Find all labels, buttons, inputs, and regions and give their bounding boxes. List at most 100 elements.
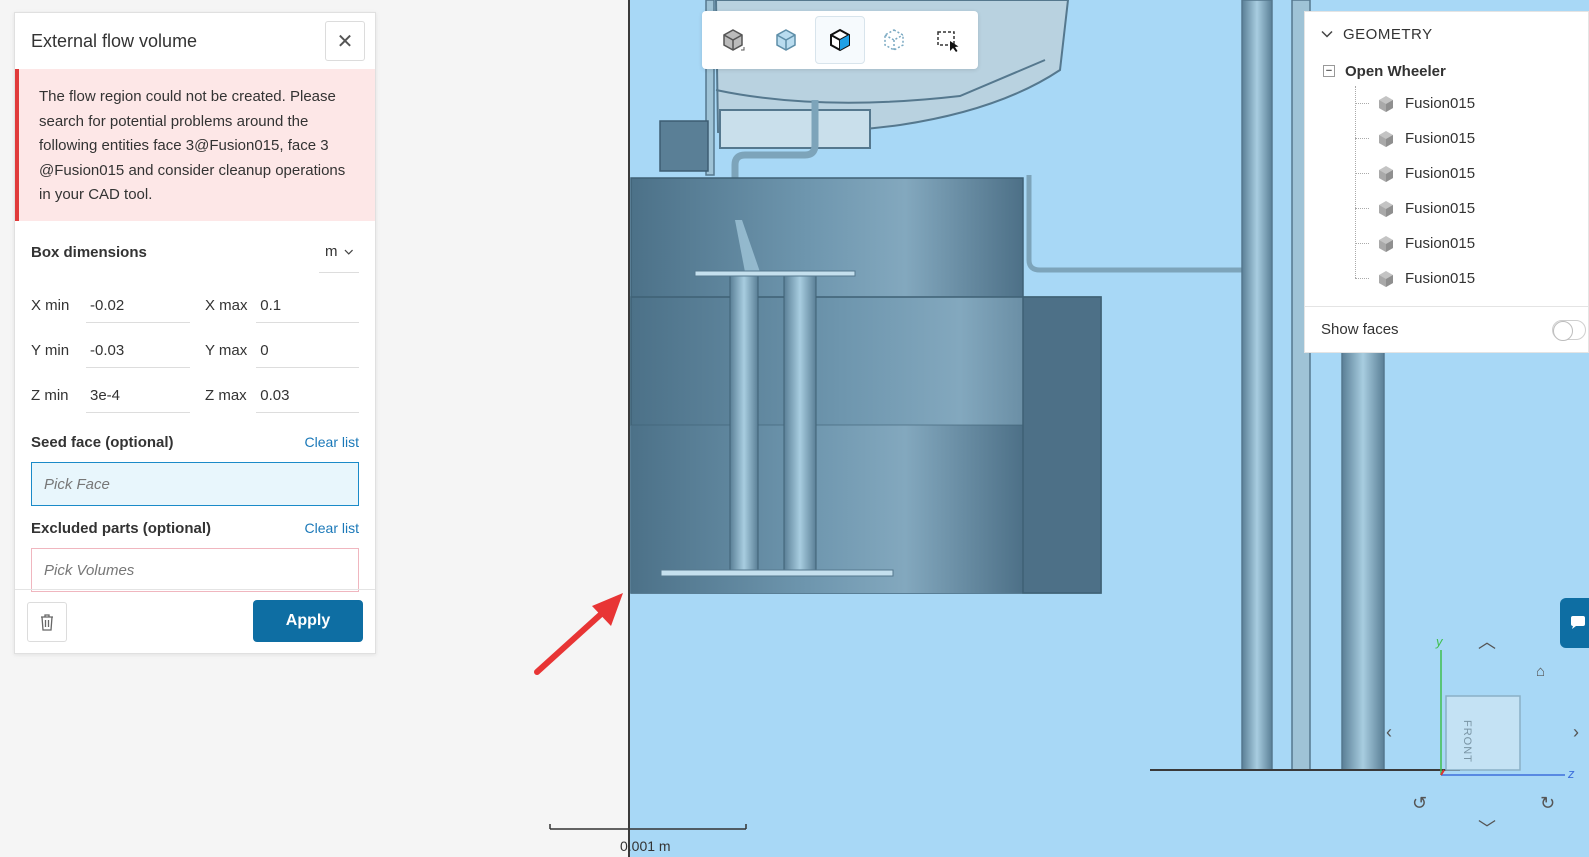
y-min-label: Y min (31, 342, 70, 359)
solid-body-icon (1379, 270, 1393, 287)
tree-item[interactable]: Fusion015 (1355, 86, 1588, 121)
geometry-tree-header[interactable]: GEOMETRY (1305, 12, 1588, 56)
z-min-cell: Z min 3e-4 (31, 379, 195, 413)
x-min-label: X min (31, 297, 70, 314)
close-button[interactable]: ✕ (325, 21, 365, 61)
nav-cube[interactable] (1440, 650, 1565, 776)
home-icon[interactable]: ⌂ (1536, 663, 1545, 680)
delete-button[interactable] (27, 602, 67, 642)
tree-item[interactable]: Fusion015 (1355, 226, 1588, 261)
y-max-input[interactable]: 0 (256, 334, 359, 368)
tree-item-label: Fusion015 (1405, 130, 1476, 147)
tree-item[interactable]: Fusion015 (1355, 191, 1588, 226)
excluded-parts-picker[interactable]: Pick Volumes (31, 548, 359, 592)
solid-body-icon (1379, 235, 1393, 252)
geometry-tree-panel: GEOMETRY − Open Wheeler Fusion015 Fusion… (1304, 11, 1589, 353)
tree-item-label: Fusion015 (1405, 235, 1476, 252)
unit-select[interactable]: m (319, 231, 359, 273)
tree-item-label: Fusion015 (1405, 200, 1476, 217)
rotate-right-icon[interactable]: › (1573, 722, 1579, 743)
box-select-icon (937, 31, 959, 52)
geometry-tree-title: GEOMETRY (1343, 25, 1433, 43)
box-dimensions-label: Box dimensions (31, 243, 147, 261)
show-faces-label: Show faces (1321, 321, 1399, 338)
show-faces-toggle[interactable] (1552, 320, 1586, 341)
z-max-input[interactable]: 0.03 (256, 379, 359, 413)
strut-left (729, 271, 759, 571)
x-max-label: X max (205, 297, 248, 314)
solid-cube-icon (723, 29, 745, 51)
chat-bubble-icon (1571, 616, 1585, 629)
axis-z-label: z (1568, 766, 1575, 781)
rotate-up-icon[interactable]: ︿ (1478, 628, 1496, 654)
error-message-box: The flow region could not be created. Pl… (15, 69, 375, 221)
rotate-down-icon[interactable]: ﹀ (1478, 815, 1496, 841)
chevron-down-icon (1321, 30, 1333, 38)
scale-bar (549, 824, 747, 830)
panel-header: External flow volume ✕ (15, 13, 375, 69)
x-max-cell: X max 0.1 (195, 289, 359, 323)
tree-items: Fusion015 Fusion015 Fusion015 Fusion015 … (1355, 86, 1588, 296)
x-dimension-row: X min -0.02 X max 0.1 (15, 283, 375, 328)
unit-value: m (325, 243, 338, 260)
x-max-input[interactable]: 0.1 (256, 289, 359, 323)
chat-button[interactable] (1560, 598, 1589, 648)
flow-region-boundary (628, 0, 630, 857)
transparent-view-button[interactable] (762, 16, 812, 64)
column-3 (1341, 299, 1385, 771)
solid-body-icon (1379, 200, 1393, 217)
strut-right (783, 271, 817, 571)
rotate-left-icon[interactable]: ‹ (1386, 722, 1392, 743)
annotation-arrow (534, 593, 623, 675)
rotate-cw-icon[interactable]: ↻ (1540, 793, 1555, 814)
chevron-down-icon (344, 249, 353, 255)
tree-item-label: Fusion015 (1405, 270, 1476, 287)
collapse-icon[interactable]: − (1323, 65, 1335, 77)
z-max-label: Z max (205, 387, 247, 404)
box-select-button[interactable] (922, 16, 972, 64)
trash-icon (41, 614, 53, 631)
external-flow-volume-panel: External flow volume ✕ The flow region c… (14, 12, 376, 654)
error-message: The flow region could not be created. Pl… (39, 88, 346, 203)
tree-item-label: Fusion015 (1405, 165, 1476, 182)
z-max-cell: Z max 0.03 (195, 379, 359, 413)
apply-button[interactable]: Apply (253, 600, 363, 642)
solid-body-icon (1379, 95, 1393, 112)
panel-footer: Apply (15, 589, 375, 653)
base-plate (660, 569, 894, 577)
tree-item-label: Fusion015 (1405, 95, 1476, 112)
seed-face-clear-link[interactable]: Clear list (305, 434, 359, 450)
seed-face-placeholder: Pick Face (44, 475, 110, 493)
solid-body-icon (1379, 165, 1393, 182)
seed-face-label: Seed face (optional) (31, 433, 174, 451)
wireframe-cube-icon (883, 29, 904, 51)
wireframe-view-button[interactable] (869, 16, 919, 64)
z-min-input[interactable]: 3e-4 (86, 379, 190, 413)
y-dimension-row: Y min -0.03 Y max 0 (15, 328, 375, 373)
solid-body-icon (1379, 130, 1393, 147)
solid-view-button[interactable] (708, 16, 758, 64)
tree-item[interactable]: Fusion015 (1355, 156, 1588, 191)
excluded-parts-header: Excluded parts (optional) Clear list (15, 508, 375, 548)
y-min-cell: Y min -0.03 (31, 334, 195, 368)
x-min-input[interactable]: -0.02 (86, 289, 190, 323)
rotate-ccw-icon[interactable]: ↺ (1412, 793, 1427, 814)
tree-root-label: Open Wheeler (1345, 62, 1446, 80)
excluded-parts-placeholder: Pick Volumes (44, 561, 135, 579)
y-max-cell: Y max 0 (195, 334, 359, 368)
tree-item[interactable]: Fusion015 (1355, 121, 1588, 156)
nav-cube-front-label[interactable]: FRONT (1461, 720, 1473, 763)
tree-root-open-wheeler[interactable]: − Open Wheeler (1305, 56, 1588, 86)
tree-item[interactable]: Fusion015 (1355, 261, 1588, 296)
view-toolbar (702, 11, 978, 69)
excluded-parts-clear-link[interactable]: Clear list (305, 520, 359, 536)
z-dimension-row: Z min 3e-4 Z max 0.03 (15, 373, 375, 418)
scale-bar-label: 0.001 m (620, 838, 671, 854)
excluded-parts-label: Excluded parts (optional) (31, 519, 212, 537)
edges-view-button[interactable] (815, 16, 865, 64)
x-min-cell: X min -0.02 (31, 289, 195, 323)
seed-face-picker[interactable]: Pick Face (31, 462, 359, 506)
transparent-cube-icon (776, 29, 797, 51)
y-min-input[interactable]: -0.03 (86, 334, 190, 368)
panel-title: External flow volume (31, 30, 198, 51)
